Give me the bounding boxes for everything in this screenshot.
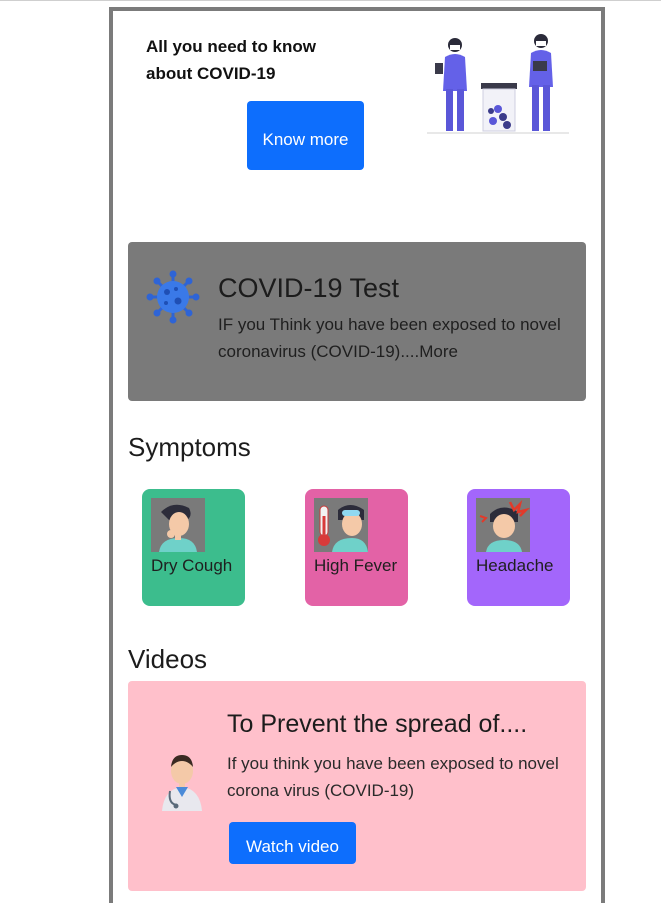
mobile-frame: All you need to know about COVID-19 Know… [109,7,605,903]
test-card-title: COVID-19 Test [218,273,400,303]
virus-icon [146,270,200,324]
video-title: To Prevent the spread of.... [227,710,528,738]
symptom-label: Headache [476,556,554,575]
doctors-testing-illustration [427,34,569,134]
know-more-button[interactable]: Know more [247,101,364,170]
headache-icon [476,498,530,552]
video-description: If you think you have been exposed to no… [227,754,559,800]
watch-video-button[interactable]: Watch video [229,822,356,864]
videos-heading: Videos [128,644,208,674]
symptoms-heading: Symptoms [128,432,251,462]
test-card-text: IF you Think you have been exposed to no… [218,315,561,361]
symptom-card-dry-cough[interactable]: Dry Cough [142,489,245,606]
covid-test-card[interactable]: COVID-19 Test IF you Think you have been… [128,242,586,401]
symptom-card-high-fever[interactable]: High Fever [305,489,408,606]
video-card: To Prevent the spread of.... If you thin… [128,681,586,891]
hero-title: All you need to know about COVID-19 [146,37,317,83]
doctor-icon [162,755,202,811]
symptom-label: High Fever [314,556,398,575]
high-fever-icon [314,498,368,552]
top-divider [0,0,661,1]
symptom-label: Dry Cough [151,556,233,575]
dry-cough-icon [151,498,205,552]
symptom-card-headache[interactable]: Headache [467,489,570,606]
